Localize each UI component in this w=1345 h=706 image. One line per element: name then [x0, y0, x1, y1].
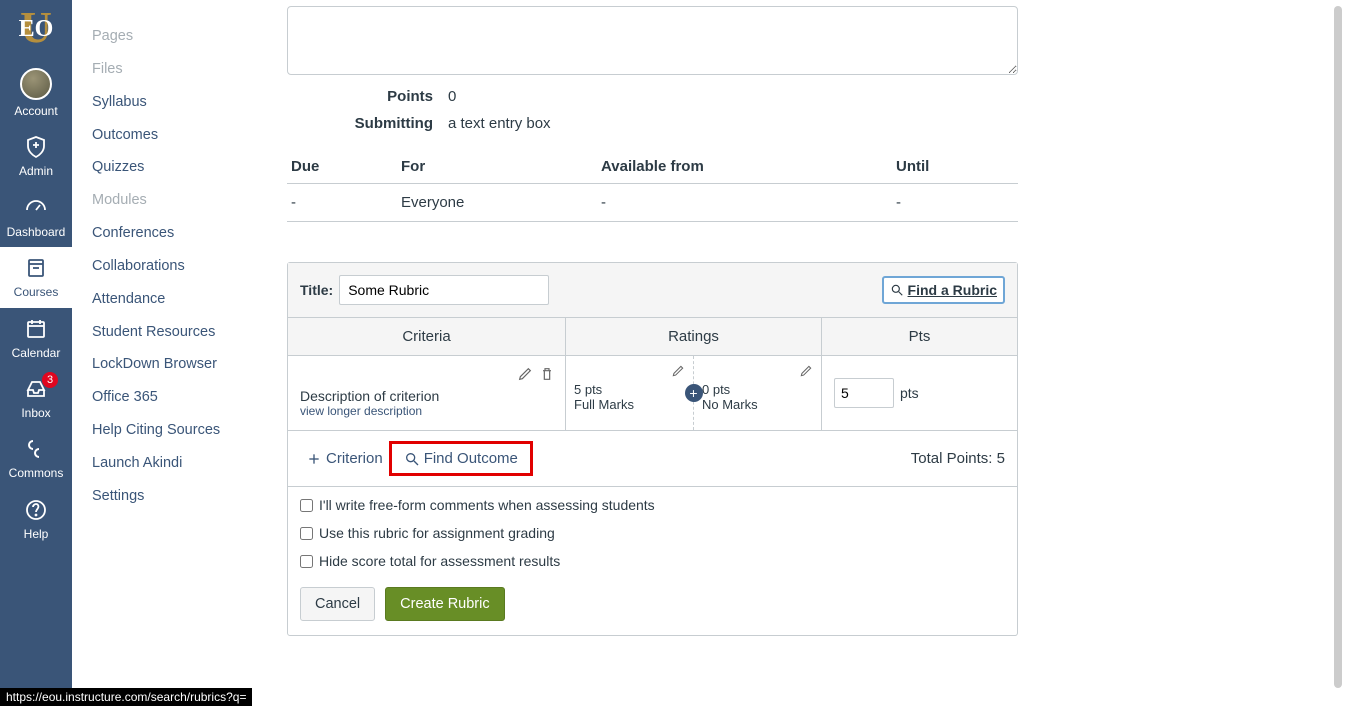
check-freeform[interactable]: I'll write free-form comments when asses…: [300, 497, 1005, 513]
rubric-editor: Title: Find a Rubric Criteria Ratings Pt…: [287, 262, 1018, 636]
nav-courses[interactable]: Courses: [0, 247, 72, 307]
course-nav-quizzes[interactable]: Quizzes: [92, 151, 237, 184]
course-nav-pages[interactable]: Pages: [92, 20, 237, 53]
dashboard-icon: [23, 195, 49, 221]
find-rubric-link[interactable]: Find a Rubric: [882, 276, 1005, 304]
course-nav: Pages Files Syllabus Outcomes Quizzes Mo…: [72, 0, 237, 706]
book-icon: [23, 255, 49, 281]
course-nav-attendance[interactable]: Attendance: [92, 283, 237, 316]
help-icon: [23, 497, 49, 523]
due-dates-table: Due For Available from Until - Everyone …: [287, 150, 1018, 222]
delete-criterion-icon[interactable]: [539, 366, 555, 385]
col-pts: Pts: [822, 318, 1017, 355]
submitting-value: a text entry box: [448, 115, 551, 132]
course-nav-office365[interactable]: Office 365: [92, 381, 237, 414]
shield-icon: [23, 134, 49, 160]
course-nav-files[interactable]: Files: [92, 53, 237, 86]
course-nav-help-citing[interactable]: Help Citing Sources: [92, 414, 237, 447]
view-longer-description[interactable]: view longer description: [300, 404, 553, 418]
submitting-label: Submitting: [287, 115, 448, 132]
course-nav-conferences[interactable]: Conferences: [92, 217, 237, 250]
nav-commons[interactable]: Commons: [0, 428, 72, 488]
criterion-points-input[interactable]: [834, 378, 894, 408]
create-rubric-button[interactable]: Create Rubric: [385, 587, 504, 621]
search-icon: [404, 451, 420, 467]
course-nav-lockdown-browser[interactable]: LockDown Browser: [92, 348, 237, 381]
col-due: Due: [287, 150, 397, 184]
edit-rating-icon[interactable]: [799, 364, 813, 381]
course-nav-modules[interactable]: Modules: [92, 184, 237, 217]
commons-icon: [23, 436, 49, 462]
scrollbar[interactable]: [1334, 6, 1342, 688]
nav-inbox[interactable]: 3 Inbox: [0, 368, 72, 428]
check-use-grading[interactable]: Use this rubric for assignment grading: [300, 525, 1005, 541]
edit-rating-icon[interactable]: [671, 364, 685, 381]
course-nav-outcomes[interactable]: Outcomes: [92, 119, 237, 152]
total-points: Total Points: 5: [911, 450, 1005, 467]
add-criterion-link[interactable]: Criterion: [300, 448, 389, 469]
search-icon: [890, 283, 904, 297]
plus-icon: [306, 451, 322, 467]
find-outcome-link[interactable]: Find Outcome: [398, 448, 524, 469]
course-nav-launch-akindi[interactable]: Launch Akindi: [92, 447, 237, 480]
points-value: 0: [448, 88, 456, 105]
nav-admin[interactable]: Admin: [0, 126, 72, 186]
main-content: Points 0 Submitting a text entry box Due…: [237, 0, 1332, 706]
course-nav-student-resources[interactable]: Student Resources: [92, 316, 237, 349]
nav-calendar[interactable]: Calendar: [0, 308, 72, 368]
nav-help[interactable]: Help: [0, 489, 72, 549]
nav-dashboard[interactable]: Dashboard: [0, 187, 72, 247]
course-nav-collaborations[interactable]: Collaborations: [92, 250, 237, 283]
rubric-title-label: Title:: [300, 282, 333, 298]
status-bar: https://eou.instructure.com/search/rubri…: [0, 688, 252, 706]
edit-criterion-icon[interactable]: [517, 366, 533, 385]
col-avail: Available from: [597, 150, 892, 184]
col-for: For: [397, 150, 597, 184]
inbox-badge: 3: [42, 372, 58, 388]
calendar-icon: [23, 316, 49, 342]
col-ratings: Ratings: [566, 318, 822, 355]
col-criteria: Criteria: [288, 318, 566, 355]
avatar: [20, 68, 52, 100]
rubric-criterion-row: Description of criterion view longer des…: [288, 356, 1017, 431]
add-rating-button[interactable]: +: [685, 384, 703, 402]
rubric-title-input[interactable]: [339, 275, 549, 305]
check-hide-score[interactable]: Hide score total for assessment results: [300, 553, 1005, 569]
description-textarea[interactable]: [287, 6, 1018, 75]
points-label: Points: [287, 88, 448, 105]
cancel-button[interactable]: Cancel: [300, 587, 375, 621]
course-nav-settings[interactable]: Settings: [92, 480, 237, 513]
institution-logo[interactable]: U EO: [6, 4, 66, 54]
global-nav: U EO Account Admin Dashboard Courses Cal…: [0, 0, 72, 706]
col-until: Until: [892, 150, 1018, 184]
criterion-description: Description of criterion: [300, 388, 553, 404]
table-row: - Everyone - -: [287, 184, 1018, 222]
nav-account[interactable]: Account: [0, 60, 72, 126]
course-nav-syllabus[interactable]: Syllabus: [92, 86, 237, 119]
